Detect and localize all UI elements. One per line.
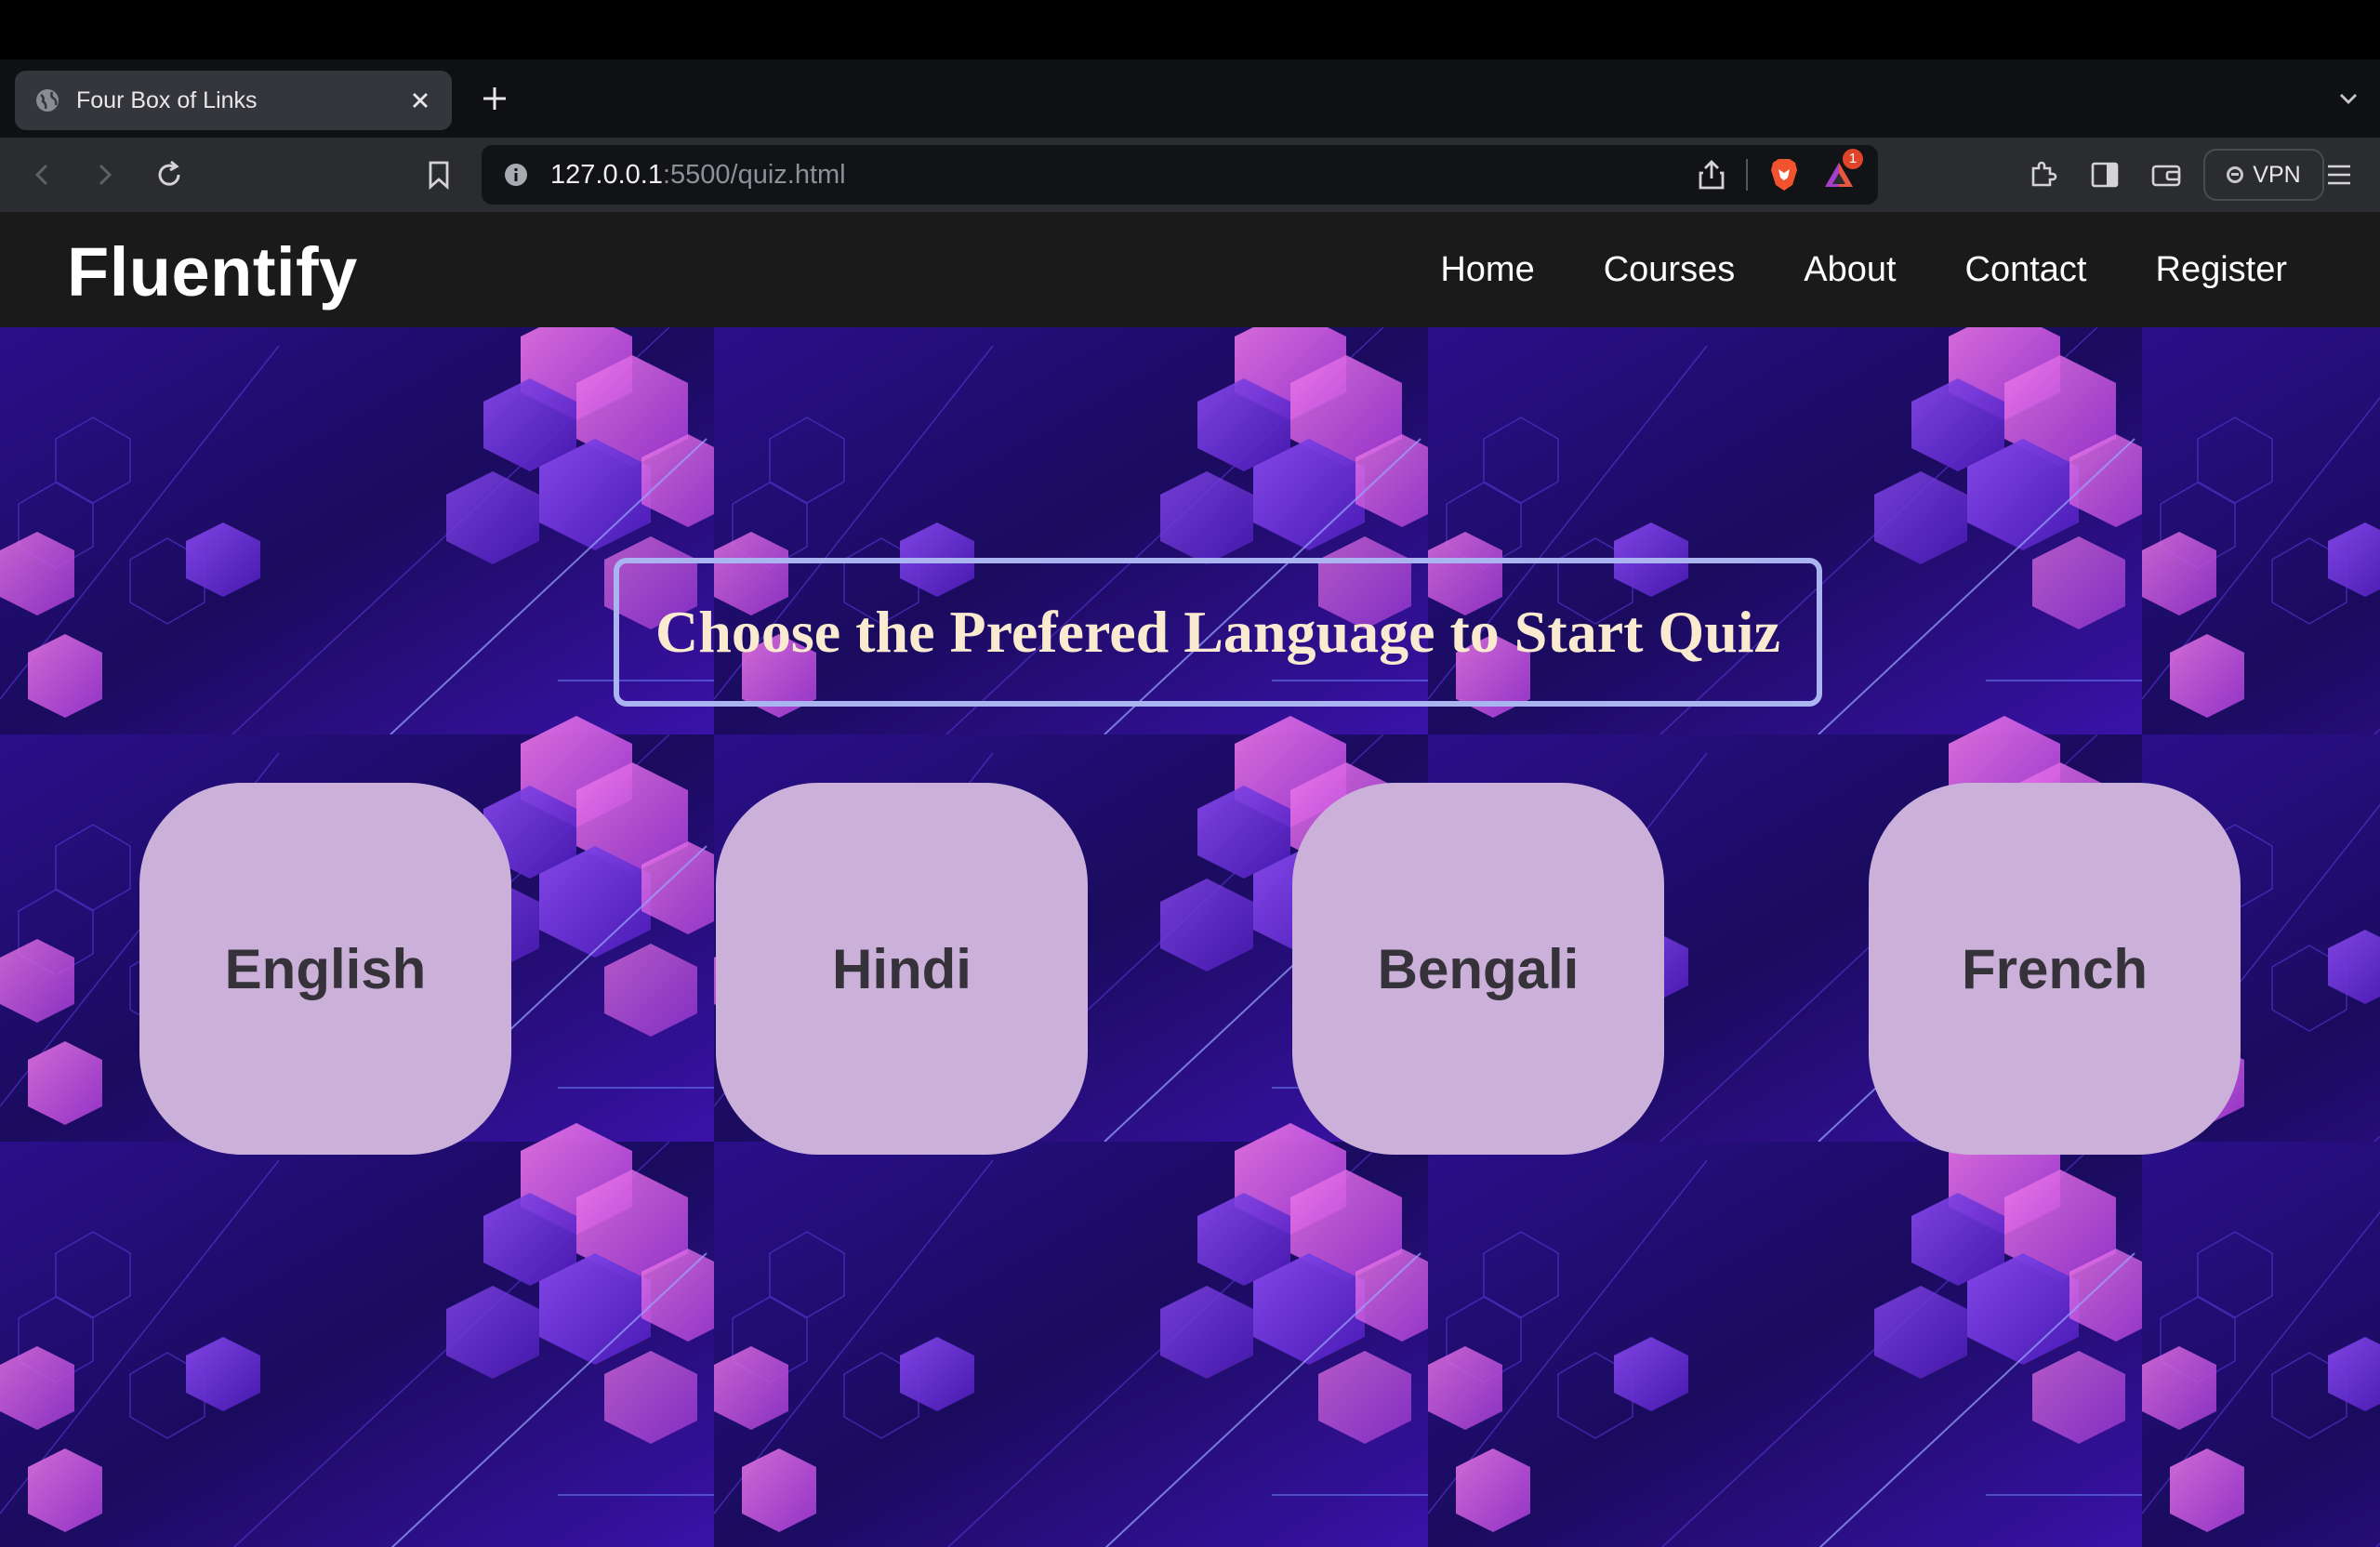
brave-rewards-button[interactable]: 1	[1820, 149, 1863, 193]
url-host: 127.0.0.1	[550, 159, 663, 190]
nav-link-courses[interactable]: Courses	[1604, 250, 1736, 290]
language-card-bengali[interactable]: Bengali	[1292, 783, 1664, 1155]
active-tab[interactable]: Four Box of Links	[15, 71, 452, 130]
quiz-page: Choose the Prefered Language to Start Qu…	[0, 327, 2380, 1547]
wallet-icon[interactable]	[2148, 156, 2185, 193]
brand-logo[interactable]: Fluentify	[67, 232, 358, 311]
notification-badge: 1	[1843, 149, 1863, 169]
reload-icon[interactable]	[151, 156, 188, 193]
share-icon[interactable]	[1698, 159, 1726, 191]
site-info-icon[interactable]	[502, 161, 530, 189]
browser-window: Four Box of Links 127.0.0.1:5500/quiz.ht…	[0, 0, 2380, 1547]
extensions-icon[interactable]	[2025, 156, 2062, 193]
nav-links: Home Courses About Contact Register	[1440, 212, 2287, 327]
language-card-hindi[interactable]: Hindi	[716, 783, 1088, 1155]
tab-title: Four Box of Links	[76, 86, 258, 113]
site-navbar: Fluentify Home Courses About Contact Reg…	[0, 212, 2380, 327]
browser-toolbar: 127.0.0.1:5500/quiz.html 1 VPN	[0, 138, 2380, 212]
hamburger-menu-icon[interactable]	[2320, 156, 2358, 193]
close-tab-icon[interactable]	[407, 87, 433, 113]
vpn-status-icon	[2227, 166, 2244, 183]
nav-link-contact[interactable]: Contact	[1965, 250, 2087, 290]
vpn-label: VPN	[2253, 161, 2301, 188]
quiz-heading-box: Choose the Prefered Language to Start Qu…	[614, 558, 1822, 707]
vpn-button[interactable]: VPN	[2203, 149, 2324, 201]
url-path: :5500/quiz.html	[662, 159, 846, 190]
menu-bar	[0, 0, 2380, 60]
url-text[interactable]: 127.0.0.1:5500/quiz.html	[550, 160, 846, 191]
nav-link-about[interactable]: About	[1804, 250, 1896, 290]
forward-arrow-icon[interactable]	[86, 156, 123, 193]
nav-link-register[interactable]: Register	[2156, 250, 2288, 290]
globe-icon	[36, 89, 59, 112]
language-card-english[interactable]: English	[139, 783, 511, 1155]
quiz-heading: Choose the Prefered Language to Start Qu…	[655, 599, 1780, 665]
chevron-down-icon[interactable]	[2332, 82, 2365, 115]
nav-link-home[interactable]: Home	[1440, 250, 1534, 290]
bookmark-icon[interactable]	[420, 156, 457, 193]
sidebar-toggle-icon[interactable]	[2086, 156, 2123, 193]
address-bar[interactable]: 127.0.0.1:5500/quiz.html 1	[482, 145, 1878, 205]
brave-shield-icon[interactable]	[1768, 157, 1800, 192]
back-arrow-icon[interactable]	[24, 156, 61, 193]
new-tab-plus-icon[interactable]	[476, 80, 513, 117]
separator	[1746, 159, 1748, 191]
tab-strip: Four Box of Links	[0, 60, 2380, 138]
language-card-french[interactable]: French	[1869, 783, 2241, 1155]
